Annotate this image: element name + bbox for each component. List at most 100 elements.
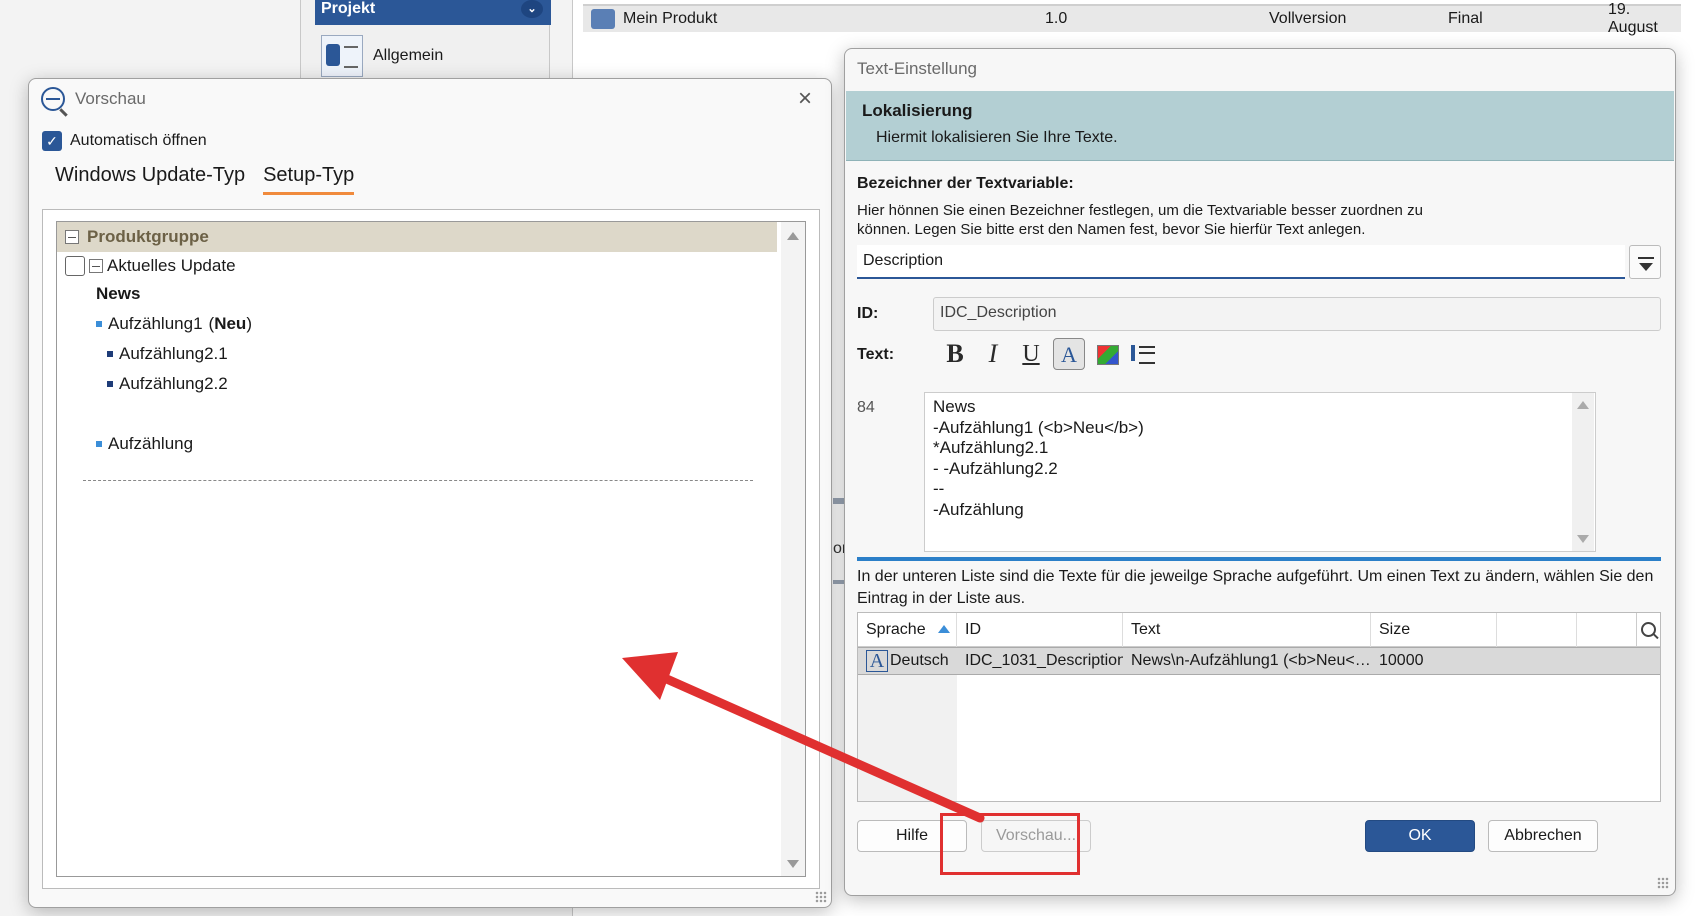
identifier-input[interactable]: Description <box>857 245 1625 279</box>
update-checkbox[interactable] <box>65 256 85 276</box>
sort-ascending-icon <box>938 625 950 633</box>
nav-item-label: Allgemein <box>373 47 444 64</box>
cell-text: News\n-Aufzählung1 (<b>Neu<… <box>1131 652 1371 669</box>
general-settings-icon <box>321 35 363 77</box>
scroll-down-icon[interactable] <box>1577 535 1589 543</box>
resize-grip-icon[interactable] <box>815 891 827 903</box>
product-date: 19. August <box>1608 1 1658 36</box>
column-header-id[interactable]: ID <box>957 613 1123 647</box>
bullet-1-paren-close: ) <box>246 314 252 333</box>
identifier-description: Hier hönnen Sie einen Bezeichner festleg… <box>857 202 1423 238</box>
bullet-icon <box>107 351 113 357</box>
text-editor[interactable]: News -Aufzählung1 (<b>Neu</b>) *Aufzählu… <box>924 392 1596 552</box>
tab-setup-typ[interactable]: Setup-Typ <box>263 164 355 195</box>
focus-underline <box>857 557 1661 561</box>
table-row[interactable]: A Deutsch IDC_1031_Description News\n-Au… <box>858 647 1660 675</box>
cell-id: IDC_1031_Description <box>965 652 1123 669</box>
bullet-4-text: Aufzählung <box>108 434 194 453</box>
project-navigation: Projekt ⌄ Allgemein <box>300 0 551 80</box>
product-type: Vollversion <box>1269 10 1347 27</box>
tree-scrollbar[interactable] <box>781 222 805 876</box>
product-icon <box>591 9 615 29</box>
column-header-sprache[interactable]: Sprache <box>858 613 957 647</box>
tab-windows-update-typ[interactable]: Windows Update-Typ <box>55 164 245 195</box>
collapse-icon[interactable] <box>65 230 79 244</box>
tree-bullet-2: Aufzählung2.1 <box>107 344 228 364</box>
cancel-button[interactable]: Abbrechen <box>1488 820 1598 852</box>
collapse-icon[interactable] <box>89 259 103 273</box>
tree-group-label: Produktgruppe <box>87 227 209 246</box>
bullet-icon <box>96 321 102 327</box>
nav-header-label: Projekt <box>321 0 376 17</box>
column-header-empty <box>1497 613 1577 647</box>
underline-button[interactable]: U <box>1015 338 1047 370</box>
tree-divider <box>83 480 753 481</box>
scroll-down-icon[interactable] <box>787 860 799 868</box>
product-name: Mein Produkt <box>623 10 718 27</box>
product-version: 1.0 <box>1045 10 1068 27</box>
italic-button[interactable]: I <box>977 338 1009 370</box>
identifier-label: Bezeichner der Textvariable: <box>857 175 1074 192</box>
product-status: Final <box>1448 10 1483 27</box>
auto-open-checkbox[interactable]: ✓ Automatisch öffnen <box>42 131 207 151</box>
id-field: IDC_Description <box>933 297 1661 331</box>
line-spacing-icon[interactable] <box>1129 338 1161 370</box>
auto-open-label: Automatisch öffnen <box>70 132 207 149</box>
resize-grip-icon[interactable] <box>1657 877 1669 889</box>
search-icon[interactable] <box>1636 613 1660 647</box>
bold-button[interactable]: B <box>939 338 971 370</box>
scroll-up-icon[interactable] <box>1577 401 1589 409</box>
char-count: 84 <box>857 399 875 416</box>
partial-text: or <box>833 540 848 557</box>
cell-language-text: Deutsch <box>890 652 949 669</box>
close-icon[interactable]: × <box>793 87 817 111</box>
preview-tree: Produktgruppe Aktuelles Update News Aufz… <box>56 221 806 877</box>
text-label: Text: <box>857 346 895 363</box>
id-label: ID: <box>857 305 879 322</box>
filter-dropdown-icon[interactable] <box>1629 245 1661 279</box>
chevron-down-icon[interactable]: ⌄ <box>521 0 543 18</box>
nav-header[interactable]: Projekt ⌄ <box>315 0 551 25</box>
ok-button[interactable]: OK <box>1365 820 1475 852</box>
cell-language: A Deutsch <box>866 648 956 674</box>
text-scrollbar[interactable] <box>1572 393 1594 551</box>
preview-window: Vorschau × ✓ Automatisch öffnen Windows … <box>28 78 832 908</box>
tree-group-header[interactable]: Produktgruppe <box>57 222 777 252</box>
bullet-3-text: Aufzählung2.2 <box>119 374 228 393</box>
tree-news-heading: News <box>96 284 141 303</box>
column-header-text[interactable]: Text <box>1123 613 1371 647</box>
tree-bullet-3: Aufzählung2.2 <box>107 374 228 394</box>
tree-update-item[interactable]: Aktuelles Update <box>65 256 236 276</box>
tree-update-label: Aktuelles Update <box>107 256 236 275</box>
text-format-toolbar: B I U A <box>939 338 1161 370</box>
preview-title: Vorschau <box>75 89 146 108</box>
bullet-icon <box>107 381 113 387</box>
checkbox-checked-icon[interactable]: ✓ <box>42 131 62 151</box>
preview-tabs: Windows Update-Typ Setup-Typ <box>55 164 355 195</box>
bullet-1-text: Aufzählung1 <box>108 314 203 333</box>
text-settings-dialog: Text-Einstellung Lokalisierung Hiermit l… <box>844 48 1676 896</box>
language-list-info: In der unteren Liste sind die Texte für … <box>857 568 1654 607</box>
color-picker-icon[interactable] <box>1091 338 1123 370</box>
preview-titlebar: Vorschau <box>29 79 831 119</box>
nav-item-allgemein[interactable]: Allgemein <box>321 35 444 77</box>
grid-header: Sprache ID Text Size <box>858 613 1660 647</box>
bullet-icon <box>96 441 102 447</box>
dialog-title: Text-Einstellung <box>857 59 978 78</box>
language-grid: Sprache ID Text Size A Deutsch IDC_1031_… <box>857 612 1661 802</box>
bullet-2-text: Aufzählung2.1 <box>119 344 228 363</box>
language-icon: A <box>866 650 888 672</box>
tree-bullet-1: Aufzählung1 (Neu) <box>96 314 252 334</box>
banner-title: Lokalisierung <box>862 101 973 120</box>
highlight-box <box>940 813 1080 875</box>
banner-subtitle: Hiermit lokalisieren Sie Ihre Texte. <box>876 129 1118 146</box>
preview-frame: Produktgruppe Aktuelles Update News Aufz… <box>42 209 820 889</box>
column-header-label: Sprache <box>866 621 926 638</box>
scroll-up-icon[interactable] <box>787 232 799 240</box>
cell-size: 10000 <box>1379 652 1424 669</box>
column-header-size[interactable]: Size <box>1371 613 1497 647</box>
localization-banner: Lokalisierung Hiermit lokalisieren Sie I… <box>846 91 1674 161</box>
bullet-1-bold: Neu <box>214 314 247 333</box>
font-color-button[interactable]: A <box>1053 338 1085 370</box>
product-row[interactable]: Mein Produkt 1.0 Vollversion Final 19. A… <box>583 1 1681 36</box>
